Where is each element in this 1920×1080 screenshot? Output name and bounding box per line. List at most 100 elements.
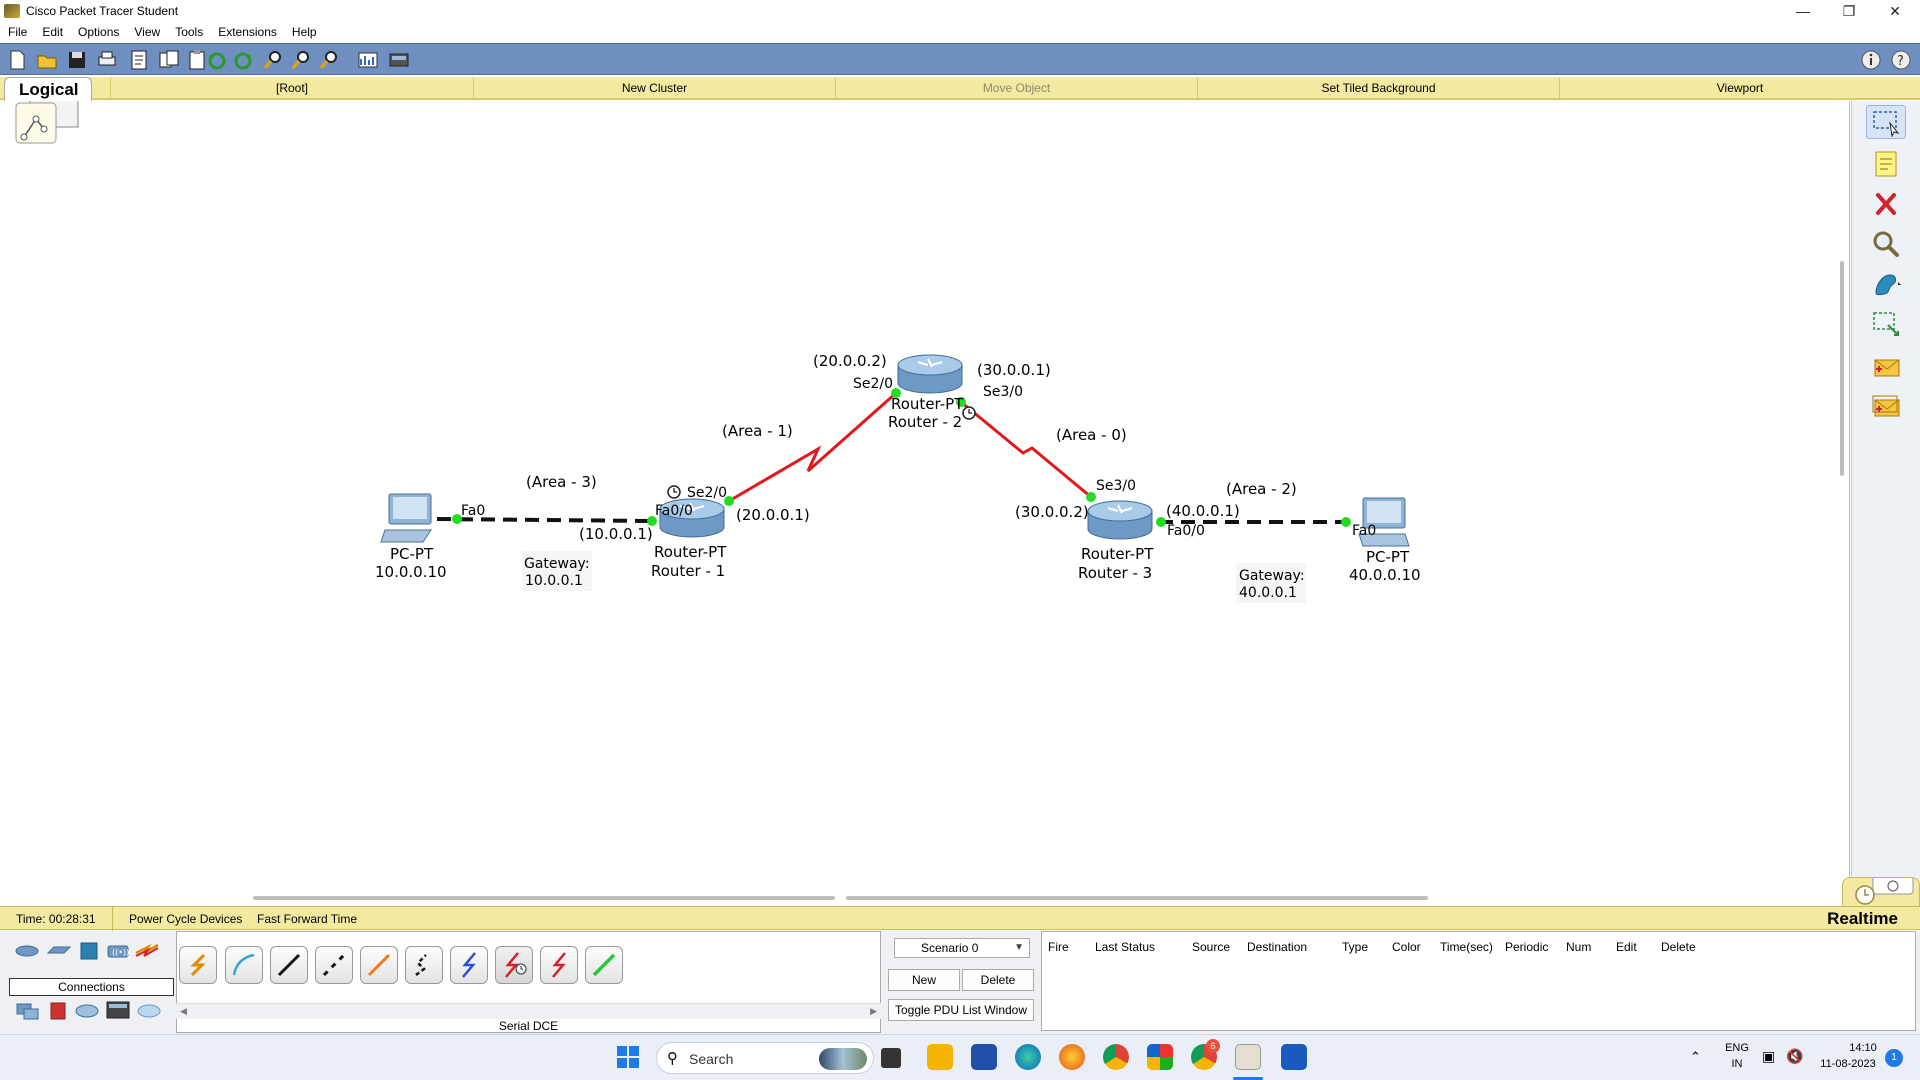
zoom-reset-icon[interactable] bbox=[290, 49, 312, 71]
root-button[interactable]: [Root] bbox=[110, 77, 473, 100]
router3-device-icon[interactable] bbox=[1087, 500, 1153, 540]
open-file-icon[interactable] bbox=[36, 49, 58, 71]
menu-options[interactable]: Options bbox=[78, 25, 119, 39]
minimize-icon[interactable]: — bbox=[1780, 0, 1826, 22]
resize-shape-icon[interactable] bbox=[1866, 307, 1906, 341]
zoom-in-icon[interactable] bbox=[262, 49, 284, 71]
menu-extensions[interactable]: Extensions bbox=[218, 25, 277, 39]
zoom-out-icon[interactable] bbox=[318, 49, 340, 71]
scenario-select[interactable]: Scenario 0 ▼ bbox=[894, 938, 1030, 958]
custom-devices-icon[interactable] bbox=[388, 49, 410, 71]
menu-help[interactable]: Help bbox=[292, 25, 317, 39]
pdu-column-header[interactable]: Source bbox=[1192, 940, 1230, 954]
menu-edit[interactable]: Edit bbox=[42, 25, 63, 39]
horizontal-scrollbar-right[interactable] bbox=[846, 896, 1428, 900]
pdu-column-header[interactable]: Last Status bbox=[1095, 940, 1155, 954]
wan-emulation-icon[interactable] bbox=[74, 1001, 100, 1021]
end-devices-icon[interactable] bbox=[45, 941, 72, 961]
close-icon[interactable]: ✕ bbox=[1872, 0, 1918, 22]
help-icon[interactable]: ? bbox=[1890, 49, 1912, 71]
connections-category-icon[interactable] bbox=[134, 939, 160, 959]
phone-cable-icon[interactable] bbox=[405, 946, 443, 984]
pdu-column-header[interactable]: Type bbox=[1342, 940, 1368, 954]
notification-badge[interactable]: 1 bbox=[1885, 1049, 1903, 1067]
add-complex-pdu-icon[interactable] bbox=[1866, 391, 1906, 425]
move-object-button[interactable]: Move Object bbox=[835, 77, 1197, 100]
wireless-devices-icon[interactable]: ((•)) bbox=[105, 941, 131, 961]
info-icon[interactable] bbox=[1860, 49, 1882, 71]
new-file-icon[interactable] bbox=[6, 49, 28, 71]
inspect-tool-icon[interactable] bbox=[1866, 227, 1906, 261]
multiuser-connection-icon[interactable] bbox=[136, 1001, 162, 1021]
custom-made-devices-icon[interactable] bbox=[105, 999, 131, 1019]
select-tool-icon[interactable] bbox=[1866, 105, 1906, 139]
network-icon[interactable]: ▣ bbox=[1762, 1048, 1775, 1065]
restore-icon[interactable]: ❐ bbox=[1826, 0, 1872, 22]
redo-icon[interactable] bbox=[232, 49, 254, 71]
app-grid-icon[interactable] bbox=[1147, 1044, 1173, 1070]
pc1-device-icon[interactable] bbox=[380, 493, 432, 543]
vertical-scrollbar[interactable] bbox=[1840, 261, 1844, 476]
horizontal-scrollbar-left[interactable] bbox=[253, 896, 835, 900]
menu-file[interactable]: File bbox=[8, 25, 27, 39]
microsoft-store-icon[interactable] bbox=[971, 1044, 997, 1070]
pdu-column-header[interactable]: Color bbox=[1392, 940, 1421, 954]
volume-muted-icon[interactable]: 🔇 bbox=[1786, 1048, 1803, 1065]
undo-icon[interactable] bbox=[206, 49, 228, 71]
clock-date[interactable]: 11-08-2023 bbox=[1803, 1058, 1893, 1070]
console-cable-icon[interactable] bbox=[225, 946, 263, 984]
activity-wizard-icon[interactable] bbox=[128, 49, 150, 71]
logical-view-icon[interactable] bbox=[15, 101, 79, 144]
print-icon[interactable] bbox=[96, 49, 118, 71]
word-icon[interactable] bbox=[1281, 1044, 1307, 1070]
menu-tools[interactable]: Tools bbox=[175, 25, 203, 39]
new-scenario-button[interactable]: New bbox=[888, 969, 960, 991]
pdu-column-header[interactable]: Fire bbox=[1048, 940, 1069, 954]
language-top[interactable]: ENG bbox=[1722, 1042, 1752, 1054]
octal-cable-icon[interactable] bbox=[585, 946, 623, 984]
logical-workspace-tab[interactable]: Logical bbox=[4, 77, 92, 101]
file-explorer-icon[interactable] bbox=[927, 1044, 953, 1070]
automatic-connection-icon[interactable] bbox=[179, 946, 217, 984]
place-note-icon[interactable] bbox=[1866, 147, 1906, 181]
copy-icon[interactable] bbox=[158, 49, 180, 71]
copper-cross-over-icon[interactable] bbox=[315, 946, 353, 984]
packet-tracer-taskbar-icon[interactable] bbox=[1235, 1044, 1261, 1070]
pdu-column-header[interactable]: Num bbox=[1566, 940, 1591, 954]
new-cluster-button[interactable]: New Cluster bbox=[473, 77, 835, 100]
copper-straight-through-icon[interactable] bbox=[270, 946, 308, 984]
fast-forward-time-button[interactable]: Fast Forward Time bbox=[257, 907, 357, 931]
draw-shape-icon[interactable] bbox=[1866, 267, 1906, 301]
pdu-column-header[interactable]: Edit bbox=[1616, 940, 1637, 954]
security-subcategory-icon[interactable] bbox=[45, 1001, 71, 1021]
firefox-icon[interactable] bbox=[1059, 1044, 1085, 1070]
delete-scenario-button[interactable]: Delete bbox=[962, 969, 1034, 991]
logical-workspace-canvas[interactable]: Fa0 PC-PT 10.0.0.10 (Area - 3) Gateway: … bbox=[0, 101, 1850, 900]
language-bottom[interactable]: IN bbox=[1722, 1058, 1752, 1070]
serial-dce-icon[interactable] bbox=[495, 946, 533, 984]
coaxial-cable-icon[interactable] bbox=[450, 946, 488, 984]
power-cycle-devices-button[interactable]: Power Cycle Devices bbox=[112, 907, 242, 931]
save-icon[interactable] bbox=[66, 49, 88, 71]
cable-scrollbar[interactable]: ◀ ▶ bbox=[176, 1003, 881, 1019]
pdu-column-header[interactable]: Periodic bbox=[1505, 940, 1548, 954]
task-view-icon[interactable] bbox=[881, 1048, 901, 1068]
start-menu-icon[interactable] bbox=[615, 1044, 641, 1070]
paste-icon[interactable] bbox=[186, 49, 208, 71]
set-tiled-background-button[interactable]: Set Tiled Background bbox=[1197, 77, 1559, 100]
realtime-mode-tab[interactable] bbox=[1842, 875, 1920, 907]
delete-tool-icon[interactable] bbox=[1866, 187, 1906, 221]
pdu-column-header[interactable]: Destination bbox=[1247, 940, 1307, 954]
end-devices-subcategory-icon[interactable] bbox=[14, 1001, 40, 1021]
menu-view[interactable]: View bbox=[134, 25, 160, 39]
network-devices-icon[interactable] bbox=[14, 941, 40, 961]
realtime-mode-label[interactable]: Realtime bbox=[1827, 909, 1898, 929]
pdu-column-header[interactable]: Delete bbox=[1661, 940, 1696, 954]
components-icon[interactable] bbox=[76, 941, 102, 961]
serial-dte-icon[interactable] bbox=[540, 946, 578, 984]
edge-browser-icon[interactable] bbox=[1015, 1044, 1041, 1070]
taskbar-search-box[interactable]: ⚲ Search bbox=[656, 1042, 874, 1074]
toggle-pdu-list-button[interactable]: Toggle PDU List Window bbox=[888, 999, 1034, 1021]
viewport-button[interactable]: Viewport bbox=[1559, 77, 1920, 100]
chrome-icon[interactable] bbox=[1103, 1044, 1129, 1070]
